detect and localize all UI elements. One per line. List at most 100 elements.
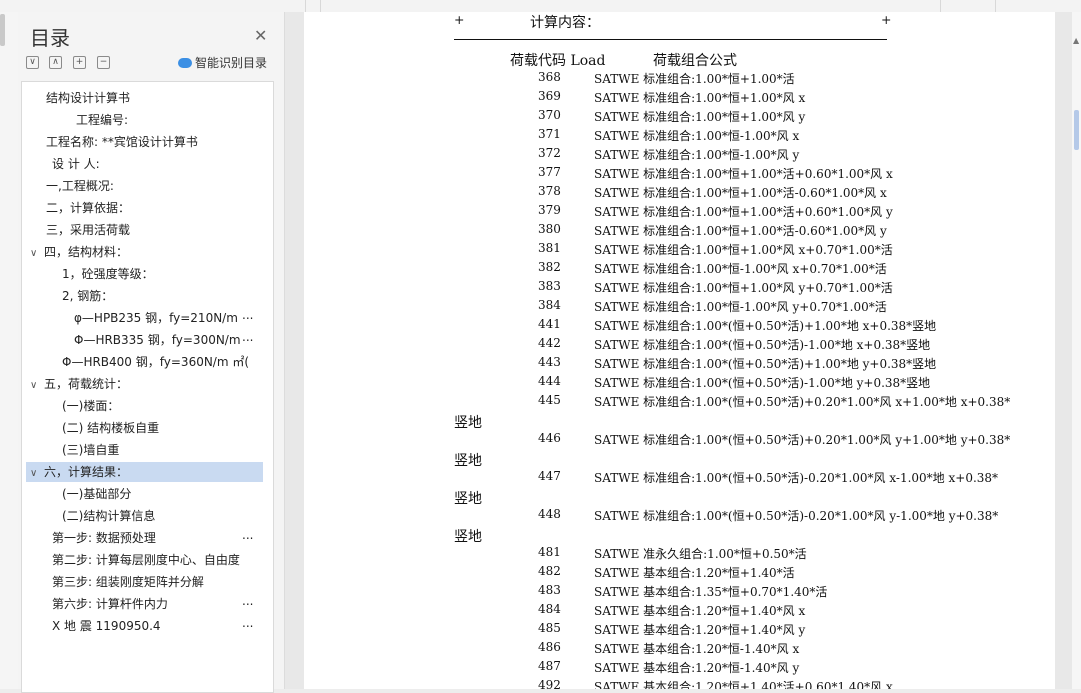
more-icon: ... — [242, 616, 254, 630]
load-code: 441 — [538, 317, 561, 331]
toc-item[interactable]: 第三步: 组装刚度矩阵并分解 — [52, 572, 252, 592]
load-code: 372 — [538, 146, 561, 160]
toc-item[interactable]: 设 计 人: — [52, 154, 100, 174]
close-icon[interactable]: ✕ — [254, 26, 267, 45]
load-formula: SATWE 标准组合:1.00*恒+1.00*风 x — [594, 91, 806, 105]
load-formula: SATWE 基本组合:1.20*恒+1.40*风 y — [594, 623, 806, 637]
more-icon: ... — [242, 308, 254, 322]
more-icon: ... — [242, 330, 254, 344]
load-formula: SATWE 标准组合:1.00*(恒+0.50*活)-0.20*1.00*风 x… — [594, 471, 999, 485]
toc-item-active[interactable]: ∨ 六，计算结果： — [26, 462, 263, 482]
toc-title: 目录 — [30, 26, 70, 50]
load-code: 442 — [538, 336, 561, 350]
toc-item[interactable]: Φ—HRB335 钢，fy=300N/m — [74, 330, 242, 350]
vertical-scrollbar[interactable]: ▲ — [1072, 12, 1081, 689]
load-formula: SATWE 标准组合:1.00*恒-1.00*风 y+0.70*1.00*活 — [594, 300, 887, 314]
remove-heading-icon[interactable]: − — [97, 56, 110, 69]
load-formula: SATWE 标准组合:1.00*(恒+0.50*活)-1.00*地 y+0.38… — [594, 376, 931, 390]
load-code: 445 — [538, 393, 561, 407]
load-formula: SATWE 标准组合:1.00*恒+1.00*活 — [594, 72, 795, 86]
chevron-down-icon[interactable]: ∨ — [30, 244, 44, 262]
smart-toc-button[interactable]: 智能识别目录 — [178, 54, 267, 71]
load-code: 381 — [538, 241, 561, 255]
toc-item[interactable]: (三)墙自重 — [62, 440, 119, 460]
panel-handle[interactable] — [0, 14, 5, 46]
toc-item[interactable]: 结构设计计算书 — [46, 88, 130, 108]
toc-item[interactable]: φ—HPB235 钢，fy=210N/m — [74, 308, 242, 328]
load-formula: SATWE 标准组合:1.00*恒-1.00*风 x — [594, 129, 800, 143]
toc-item[interactable]: 三，采用活荷载 — [46, 220, 130, 240]
toc-item[interactable]: 一,工程概况: — [46, 176, 114, 196]
load-code: 443 — [538, 355, 561, 369]
tab-segment[interactable] — [940, 0, 996, 12]
load-formula: SATWE 标准组合:1.00*恒+1.00*风 y — [594, 110, 806, 124]
load-formula: SATWE 准永久组合:1.00*恒+0.50*活 — [594, 547, 807, 561]
load-code: 378 — [538, 184, 561, 198]
load-code: 487 — [538, 659, 561, 673]
chevron-down-icon[interactable]: ∨ — [30, 376, 44, 394]
load-code: 370 — [538, 108, 561, 122]
load-formula-wrap: 竖地 — [454, 453, 482, 469]
header-plus-right: + — [881, 12, 892, 27]
column-header-formula: 荷载组合公式 — [653, 53, 737, 69]
load-formula: SATWE 标准组合:1.00*恒+1.00*风 y+0.70*1.00*活 — [594, 281, 893, 295]
tab-segment[interactable] — [0, 0, 306, 12]
toc-item[interactable]: 第一步: 数据预处理 — [52, 528, 232, 548]
load-formula: SATWE 标准组合:1.00*恒+1.00*活-0.60*1.00*风 x — [594, 186, 887, 200]
panel-strip — [0, 12, 18, 689]
toc-item[interactable]: 1，砼强度等级： — [62, 264, 154, 284]
toc-item[interactable]: 第二步: 计算每层刚度中心、自由度 — [52, 550, 258, 570]
document-area: + 计算内容： + 荷载代码 Load 荷载组合公式 368 SATWE 标准组合… — [285, 12, 1081, 689]
load-formula: SATWE 基本组合:1.20*恒-1.40*风 y — [594, 661, 800, 675]
toc-item[interactable]: Φ—HRB400 钢，fy=360N/m ㎡( — [62, 352, 262, 372]
toc-item[interactable]: 工程名称: **宾馆设计计算书 — [46, 132, 198, 152]
load-formula: SATWE 基本组合:1.35*恒+0.70*1.40*活 — [594, 585, 828, 599]
toc-item[interactable]: (一)楼面： — [62, 396, 119, 416]
toc-item[interactable]: X 地 震 1190950.4 — [52, 616, 232, 636]
load-code: 384 — [538, 298, 561, 312]
tab-segment[interactable] — [305, 0, 321, 12]
load-formula: SATWE 标准组合:1.00*恒-1.00*风 x+0.70*1.00*活 — [594, 262, 887, 276]
load-formula-wrap: 竖地 — [454, 529, 482, 545]
load-code: 444 — [538, 374, 561, 388]
column-header-code: 荷载代码 Load — [510, 53, 606, 69]
toc-item[interactable]: 工程编号: — [76, 110, 128, 130]
scroll-up-icon[interactable]: ▲ — [1073, 36, 1079, 45]
toc-item[interactable]: (二)结构计算信息 — [62, 506, 155, 526]
load-formula: SATWE 标准组合:1.00*恒-1.00*风 y — [594, 148, 800, 162]
toc-item[interactable]: 二，计算依据： — [46, 198, 130, 218]
smart-toc-label: 智能识别目录 — [195, 56, 268, 70]
load-code: 382 — [538, 260, 561, 274]
load-code: 484 — [538, 602, 561, 616]
load-formula-wrap: 竖地 — [454, 415, 482, 431]
more-icon: ... — [242, 594, 254, 608]
expand-all-icon[interactable]: ∨ — [26, 56, 39, 69]
load-formula: SATWE 标准组合:1.00*恒+1.00*活+0.60*1.00*风 y — [594, 205, 893, 219]
toc-sidebar: 目录 ✕ ∨ ∧ + − 智能识别目录 结构设计计算书 工程编号: 工程名称: … — [18, 12, 285, 693]
scroll-thumb[interactable] — [1074, 110, 1079, 150]
load-code: 371 — [538, 127, 561, 141]
tab-segment[interactable] — [320, 0, 941, 12]
toc-item[interactable]: (一)基础部分 — [62, 484, 131, 504]
header-title: 计算内容： — [530, 15, 600, 31]
load-formula: SATWE 标准组合:1.00*恒+1.00*活-0.60*1.00*风 y — [594, 224, 887, 238]
load-formula: SATWE 标准组合:1.00*恒+1.00*活+0.60*1.00*风 x — [594, 167, 893, 181]
load-formula: SATWE 基本组合:1.20*恒-1.40*风 x — [594, 642, 800, 656]
load-formula: SATWE 标准组合:1.00*恒+1.00*风 x+0.70*1.00*活 — [594, 243, 893, 257]
add-heading-icon[interactable]: + — [73, 56, 86, 69]
load-code: 379 — [538, 203, 561, 217]
load-code: 447 — [538, 469, 561, 483]
toc-item[interactable]: ∨ 五，荷载统计： — [30, 374, 128, 394]
toc-item[interactable]: 第六步: 计算杆件内力 — [52, 594, 232, 614]
toc-item[interactable]: ∨ 四，结构材料： — [30, 242, 128, 262]
load-code: 482 — [538, 564, 561, 578]
chevron-down-icon[interactable]: ∨ — [30, 464, 44, 482]
load-code: 377 — [538, 165, 561, 179]
toc-item[interactable]: (二) 结构楼板自重 — [62, 418, 159, 438]
header-rule — [454, 39, 887, 40]
cloud-icon — [178, 58, 192, 68]
collapse-all-icon[interactable]: ∧ — [49, 56, 62, 69]
load-formula: SATWE 标准组合:1.00*(恒+0.50*活)-1.00*地 x+0.38… — [594, 338, 931, 352]
document-page: + 计算内容： + 荷载代码 Load 荷载组合公式 368 SATWE 标准组合… — [304, 12, 1055, 689]
toc-item[interactable]: 2, 钢筋： — [62, 286, 113, 306]
